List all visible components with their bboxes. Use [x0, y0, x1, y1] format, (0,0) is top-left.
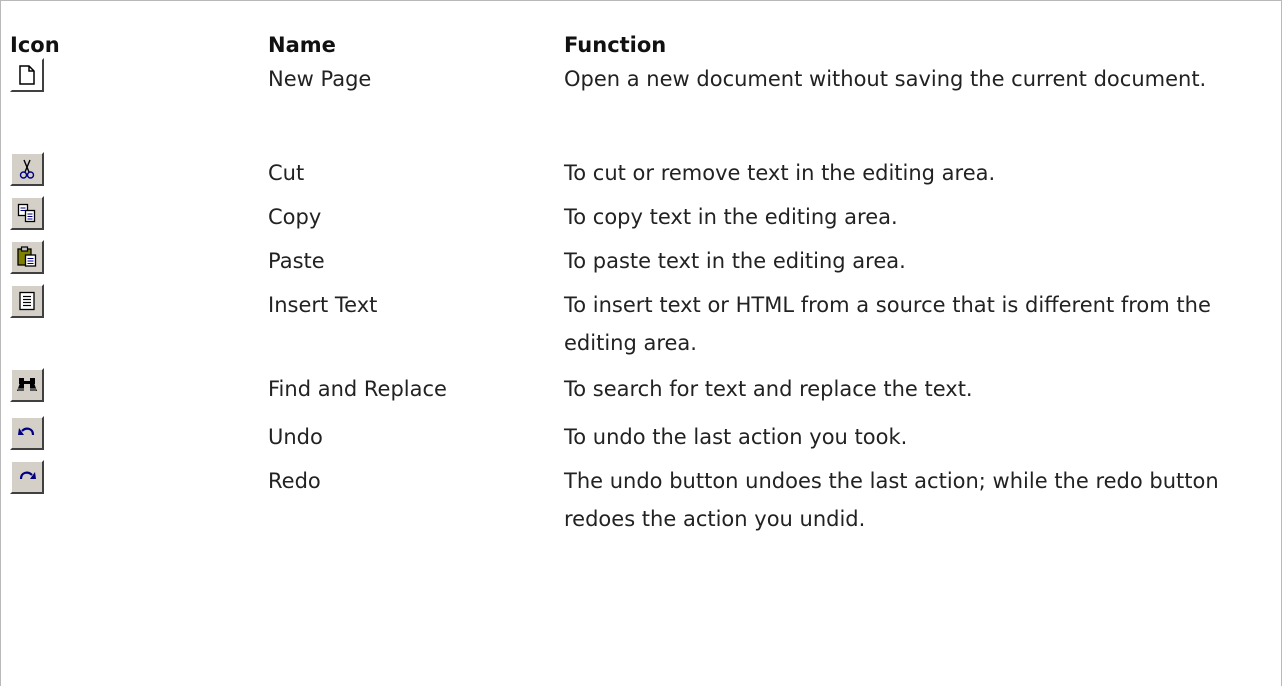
table-row: Paste To paste text in the editing area. [10, 240, 1274, 286]
name-cell: Cut [268, 161, 305, 185]
name-cell: Copy [268, 205, 322, 229]
redo-icon [10, 460, 44, 494]
name-cell: Redo [268, 469, 321, 493]
binoculars-icon [10, 368, 44, 402]
function-cell: To undo the last action you took. [564, 425, 908, 449]
new-page-icon [10, 58, 44, 92]
table-row: Copy To copy text in the editing area. [10, 196, 1274, 242]
table-header-row: Icon Name Function [10, 30, 1274, 60]
icon-cell [10, 416, 268, 462]
header-name: Name [268, 33, 336, 57]
name-cell: Insert Text [268, 293, 378, 317]
table-row: Undo To undo the last action you took. [10, 416, 1274, 462]
function-cell: Open a new document without saving the c… [564, 67, 1207, 91]
icon-cell [10, 460, 268, 546]
icon-cell [10, 240, 268, 286]
icon-cell [10, 196, 268, 242]
cut-icon [10, 152, 44, 186]
function-cell: To search for text and replace the text. [564, 377, 973, 401]
icon-cell [10, 284, 268, 370]
name-cell: New Page [268, 67, 372, 91]
function-cell: To insert text or HTML from a source tha… [564, 293, 1211, 355]
table-row: Find and Replace To search for text and … [10, 368, 1274, 418]
header-icon: Icon [10, 33, 60, 57]
table-row: Insert Text To insert text or HTML from … [10, 284, 1274, 370]
copy-icon [10, 196, 44, 230]
paste-icon [10, 240, 44, 274]
toolbar-icon-reference-table: Icon Name Function New Page Open a new d… [10, 30, 1274, 546]
function-cell: To cut or remove text in the editing are… [564, 161, 996, 185]
name-cell: Undo [268, 425, 323, 449]
undo-icon [10, 416, 44, 450]
icon-cell [10, 58, 268, 154]
icon-cell [10, 368, 268, 418]
table-row: Redo The undo button undoes the last act… [10, 460, 1274, 546]
function-cell: The undo button undoes the last action; … [564, 469, 1219, 531]
insert-text-icon [10, 284, 44, 318]
header-function: Function [564, 33, 667, 57]
icon-cell [10, 152, 268, 198]
function-cell: To paste text in the editing area. [564, 249, 906, 273]
name-cell: Find and Replace [268, 377, 447, 401]
table-row: Cut To cut or remove text in the editing… [10, 152, 1274, 198]
name-cell: Paste [268, 249, 325, 273]
table-row: New Page Open a new document without sav… [10, 58, 1274, 154]
function-cell: To copy text in the editing area. [564, 205, 898, 229]
